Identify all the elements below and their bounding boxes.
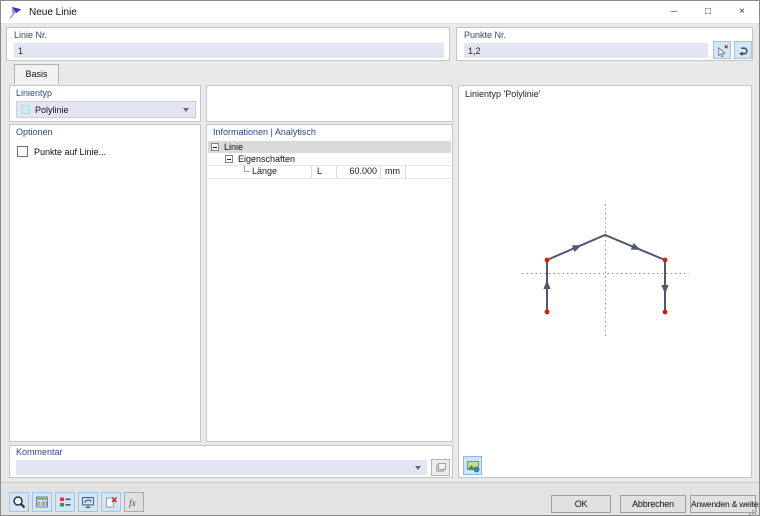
maximize-button[interactable]: □ xyxy=(691,1,725,23)
magnifier-help-icon xyxy=(13,496,26,509)
minimize-button[interactable]: – xyxy=(657,1,691,23)
punkte-auf-linie-checkbox[interactable] xyxy=(17,146,28,157)
revert-button[interactable] xyxy=(734,41,752,59)
notes-icon xyxy=(436,462,446,472)
ok-button[interactable]: OK xyxy=(551,495,611,513)
polyline-preview-diagram xyxy=(522,204,689,336)
info-tree: Linie Eigenschaften Länge L 60.000 mm xyxy=(208,141,451,179)
units-tool-button[interactable]: 0.00 xyxy=(32,492,52,512)
collapse-icon[interactable] xyxy=(211,143,219,151)
chevron-down-icon xyxy=(183,107,189,112)
linie-nr-input[interactable] xyxy=(14,43,444,58)
block-delete-tool-button[interactable] xyxy=(101,492,121,512)
property-symbol: L xyxy=(312,166,337,178)
kommentar-combobox[interactable] xyxy=(16,460,427,475)
preview-panel: Linientyp 'Polylinie' xyxy=(458,85,752,478)
kommentar-label: Kommentar xyxy=(16,447,63,457)
linientyp-dropdown[interactable]: Polylinie xyxy=(16,101,196,118)
save-picture-button[interactable] xyxy=(463,456,482,475)
punkte-nr-group: Punkte Nr. xyxy=(456,27,753,61)
details-tool-button[interactable] xyxy=(55,492,75,512)
close-button[interactable]: × xyxy=(725,1,759,23)
cancel-button[interactable]: Abbrechen xyxy=(620,495,686,513)
linientyp-selected: Polylinie xyxy=(35,104,69,115)
property-unit: mm xyxy=(381,166,406,178)
linientyp-label: Linientyp xyxy=(16,88,53,98)
informationen-header: Informationen | Analytisch xyxy=(213,127,316,137)
optionen-header: Optionen xyxy=(16,127,53,137)
dialog-neue-linie: Neue Linie – □ × Linie Nr. Punkte Nr. xyxy=(0,0,760,516)
punkte-nr-label: Punkte Nr. xyxy=(464,30,507,40)
tree-row-laenge: Länge L 60.000 mm xyxy=(208,165,451,179)
picture-icon xyxy=(466,460,479,472)
help-tool-button[interactable] xyxy=(9,492,29,512)
delete-cross-icon xyxy=(106,496,118,508)
empty-parameter-panel xyxy=(206,85,453,122)
property-extra xyxy=(406,166,451,178)
collapse-icon[interactable] xyxy=(225,155,233,163)
optionen-group: Optionen Punkte auf Linie... xyxy=(9,124,201,442)
punkte-auf-linie-label: Punkte auf Linie... xyxy=(34,147,107,157)
property-name: Länge xyxy=(208,166,312,178)
property-value: 60.000 xyxy=(337,166,381,178)
fx-tool-button[interactable]: fx xyxy=(124,492,144,512)
units-decimal-icon: 0.00 xyxy=(36,496,48,508)
resize-grip[interactable] xyxy=(748,506,757,515)
svg-text:0.00: 0.00 xyxy=(37,502,47,508)
apply-next-button[interactable]: Anwenden & weiter xyxy=(690,495,759,513)
kommentar-templates-button[interactable] xyxy=(431,459,450,476)
window-title: Neue Linie xyxy=(29,7,77,18)
cursor-select-icon xyxy=(717,44,728,57)
punkte-nr-input[interactable] xyxy=(464,43,708,58)
tree-label-eigenschaften: Eigenschaften xyxy=(238,154,296,164)
details-list-icon xyxy=(60,497,71,507)
tree-row-linie: Linie xyxy=(208,141,451,153)
tab-basis[interactable]: Basis xyxy=(14,64,59,84)
chevron-down-icon xyxy=(415,465,421,470)
kommentar-input[interactable] xyxy=(16,460,415,475)
screen-refresh-icon xyxy=(82,497,94,508)
tree-label-linie: Linie xyxy=(224,142,244,152)
display-tool-button[interactable] xyxy=(78,492,98,512)
informationen-group: Informationen | Analytisch Linie Eigensc… xyxy=(206,124,453,442)
linie-nr-group: Linie Nr. xyxy=(6,27,450,61)
svg-text:fx: fx xyxy=(129,498,137,509)
kommentar-group: Kommentar xyxy=(9,445,453,478)
fx-icon: fx xyxy=(129,498,137,509)
linetype-color-swatch xyxy=(21,105,30,114)
dialog-footer: 0.00 fx OK Abbrechen Anwenden & weiter xyxy=(1,482,759,515)
line-flag-icon xyxy=(9,6,22,19)
title-bar[interactable]: Neue Linie – □ × xyxy=(1,1,759,24)
undo-arrow-icon xyxy=(738,47,747,56)
tree-row-eigenschaften: Eigenschaften xyxy=(208,153,451,165)
select-points-button[interactable] xyxy=(713,41,731,59)
linientyp-group: Linientyp Polylinie xyxy=(9,85,201,122)
linie-nr-label: Linie Nr. xyxy=(14,30,48,40)
